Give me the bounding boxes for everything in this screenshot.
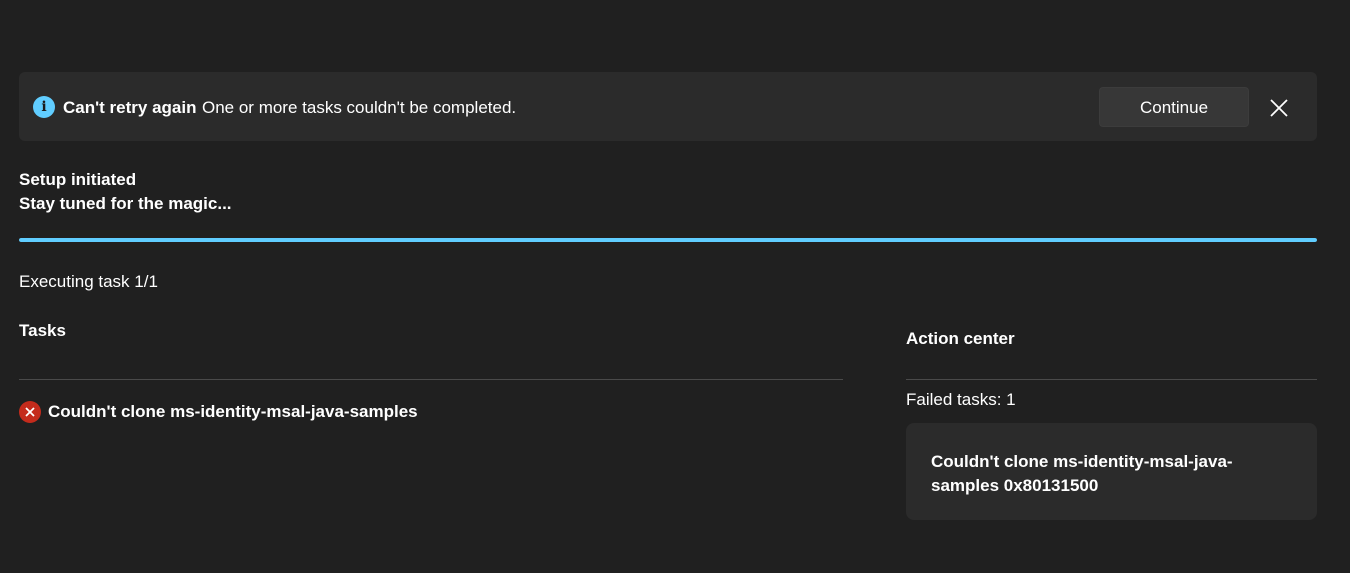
progress-bar <box>19 238 1317 242</box>
task-item: Couldn't clone ms-identity-msal-java-sam… <box>19 400 418 424</box>
failed-task-message: Couldn't clone ms-identity-msal-java-sam… <box>931 452 1233 495</box>
task-label: Couldn't clone ms-identity-msal-java-sam… <box>48 402 418 421</box>
setup-page: i Can't retry again One or more tasks co… <box>0 0 1350 573</box>
info-bar-message: One or more tasks couldn't be completed. <box>202 98 517 117</box>
failed-tasks-count: Failed tasks: 1 <box>906 390 1016 409</box>
failed-task-card: Couldn't clone ms-identity-msal-java-sam… <box>906 423 1317 520</box>
continue-button[interactable]: Continue <box>1099 87 1249 127</box>
tasks-heading: Tasks <box>19 321 66 340</box>
info-icon: i <box>33 96 55 118</box>
progress-bar-fill <box>19 238 1317 242</box>
error-icon <box>19 401 41 423</box>
action-center-heading: Action center <box>906 329 1015 348</box>
executing-status: Executing task 1/1 <box>19 272 158 291</box>
close-icon[interactable] <box>1267 96 1291 120</box>
page-title: Setup initiated <box>19 170 137 189</box>
info-bar: i Can't retry again One or more tasks co… <box>19 72 1317 141</box>
info-bar-title: Can't retry again <box>63 98 197 117</box>
page-subtitle: Stay tuned for the magic... <box>19 194 232 213</box>
action-center-divider <box>906 379 1317 380</box>
tasks-divider <box>19 379 843 380</box>
